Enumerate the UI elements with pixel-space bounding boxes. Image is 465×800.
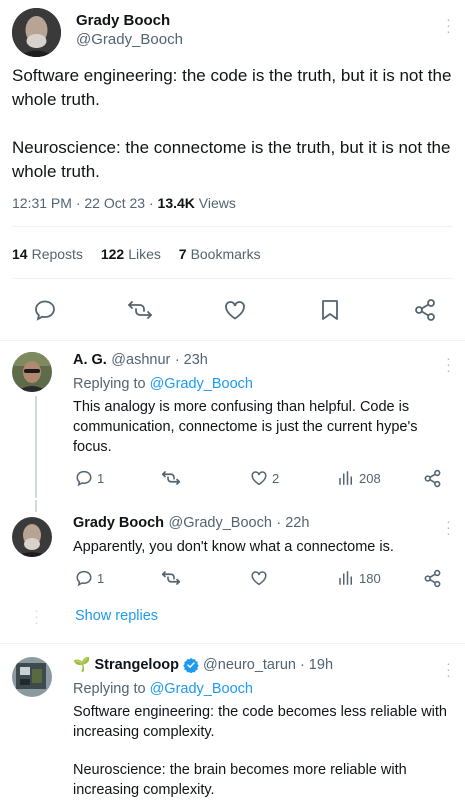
views-count: 208 bbox=[359, 470, 381, 486]
reply-time[interactable]: · 23h bbox=[175, 352, 208, 368]
author-name[interactable]: Grady Booch bbox=[76, 12, 170, 29]
share-button[interactable] bbox=[423, 569, 442, 588]
thread-dots-icon: · · · bbox=[34, 602, 39, 630]
reply-button[interactable]: 1 bbox=[75, 569, 104, 587]
reply-author-name[interactable]: Grady Booch bbox=[73, 515, 164, 531]
reply-text: Software engineering: the code becomes l… bbox=[73, 704, 447, 740]
tweet-time[interactable]: 12:31 PM bbox=[12, 195, 72, 211]
reply-count: 1 bbox=[97, 470, 105, 486]
reply-header: A. G. @ashnur · 23h bbox=[73, 351, 208, 369]
reply-button[interactable]: 1 bbox=[75, 469, 104, 487]
reply-author-handle[interactable]: @neuro_tarun bbox=[203, 657, 296, 673]
reply-avatar[interactable] bbox=[12, 352, 52, 392]
show-replies-link[interactable]: Show replies bbox=[75, 608, 158, 624]
reply-text: Apparently, you don't know what a connec… bbox=[73, 539, 394, 555]
reply-author-handle[interactable]: @Grady_Booch bbox=[169, 515, 272, 531]
reply-author-name[interactable]: Strangeloop bbox=[94, 657, 179, 673]
views-count: 180 bbox=[359, 570, 381, 586]
replying-to: Replying to @Grady_Booch bbox=[73, 376, 253, 392]
reply-time[interactable]: · 19h bbox=[300, 657, 333, 673]
replying-to-link[interactable]: @Grady_Booch bbox=[150, 681, 253, 697]
reply-avatar[interactable] bbox=[12, 657, 52, 697]
views-count: 13.4K bbox=[157, 195, 195, 211]
share-icon bbox=[424, 569, 441, 588]
likes-stat[interactable]: 122 Likes bbox=[101, 246, 161, 262]
tweet-paragraph: Neuroscience: the connectome is the trut… bbox=[12, 138, 451, 181]
seedling-emoji: 🌱 bbox=[73, 656, 91, 672]
repost-icon bbox=[161, 471, 181, 485]
tweet-text: Software engineering: the code is the tr… bbox=[12, 64, 457, 184]
divider bbox=[12, 278, 453, 279]
share-icon bbox=[424, 469, 441, 488]
repost-button[interactable] bbox=[161, 569, 181, 587]
like-icon bbox=[251, 571, 267, 586]
repost-button[interactable] bbox=[161, 469, 181, 487]
share-icon[interactable] bbox=[413, 298, 437, 322]
repost-icon bbox=[161, 571, 181, 585]
more-options-icon[interactable]: · · · bbox=[445, 12, 451, 38]
more-options-icon[interactable]: · · · bbox=[445, 351, 451, 377]
replying-to: Replying to @Grady_Booch bbox=[73, 681, 253, 697]
reply-icon bbox=[76, 470, 92, 487]
tweet-date[interactable]: 22 Oct 23 bbox=[84, 195, 145, 211]
views-button[interactable]: 208 bbox=[337, 469, 381, 487]
reply-avatar[interactable] bbox=[12, 517, 52, 557]
analytics-icon bbox=[339, 471, 352, 485]
views-label: Views bbox=[198, 195, 236, 211]
like-icon bbox=[251, 471, 267, 486]
divider bbox=[12, 226, 453, 227]
author-avatar[interactable] bbox=[12, 8, 61, 57]
tweet-paragraph: Software engineering: the code is the tr… bbox=[12, 66, 452, 109]
analytics-icon bbox=[339, 571, 352, 585]
reply-icon[interactable] bbox=[33, 298, 57, 322]
like-icon[interactable] bbox=[223, 298, 247, 322]
tweet-stats: 14 Reposts 122 Likes 7 Bookmarks bbox=[12, 246, 275, 262]
replying-to-link[interactable]: @Grady_Booch bbox=[150, 376, 253, 392]
reply-author-name[interactable]: A. G. bbox=[73, 352, 107, 368]
thread-line bbox=[35, 396, 37, 498]
like-button[interactable] bbox=[250, 569, 268, 587]
share-button[interactable] bbox=[423, 469, 442, 488]
more-options-icon[interactable]: · · · bbox=[445, 656, 451, 682]
reposts-stat[interactable]: 14 Reposts bbox=[12, 246, 83, 262]
reply-count: 1 bbox=[97, 570, 105, 586]
like-button[interactable]: 2 bbox=[250, 469, 279, 487]
repost-icon[interactable] bbox=[127, 298, 153, 322]
more-options-icon[interactable]: · · · bbox=[445, 514, 451, 540]
thread-line bbox=[35, 500, 37, 512]
reply-author-handle[interactable]: @ashnur bbox=[111, 352, 170, 368]
reply-header: Grady Booch @Grady_Booch · 22h bbox=[73, 514, 309, 532]
tweet-meta: 12:31 PM · 22 Oct 23 · 13.4K Views bbox=[12, 195, 236, 211]
views-button[interactable]: 180 bbox=[337, 569, 381, 587]
divider bbox=[0, 340, 465, 341]
reply-text: This analogy is more confusing than help… bbox=[73, 399, 418, 455]
bookmarks-stat[interactable]: 7 Bookmarks bbox=[179, 246, 261, 262]
reply-text: Neuroscience: the brain becomes more rel… bbox=[73, 762, 407, 798]
reply-time[interactable]: · 22h bbox=[276, 515, 309, 531]
author-handle[interactable]: @Grady_Booch bbox=[76, 31, 183, 48]
reply-icon bbox=[76, 570, 92, 587]
verified-badge-icon bbox=[183, 657, 199, 673]
divider bbox=[0, 643, 465, 644]
like-count: 2 bbox=[272, 470, 280, 486]
bookmark-icon[interactable] bbox=[318, 298, 342, 322]
reply-header: 🌱 Strangeloop @neuro_tarun · 19h bbox=[73, 656, 333, 673]
